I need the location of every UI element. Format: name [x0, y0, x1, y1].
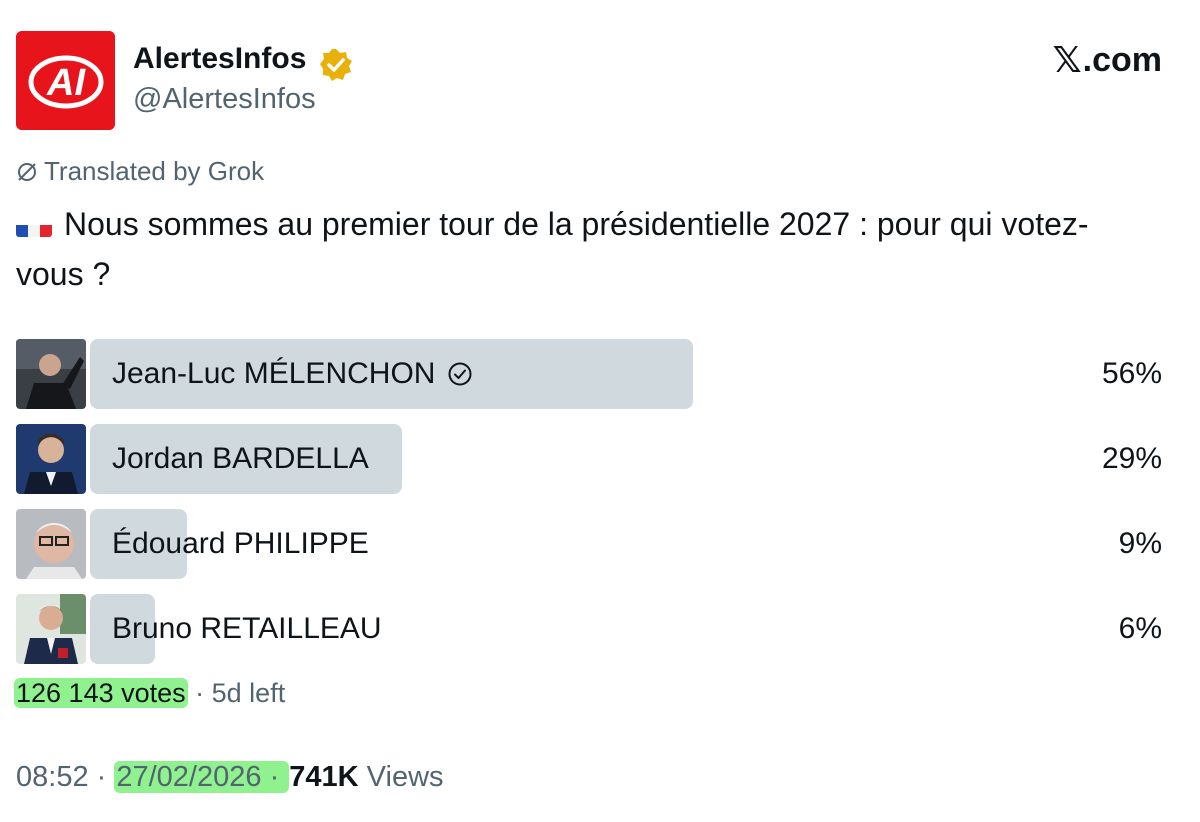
- candidate-photo: [16, 424, 86, 494]
- poll-meta: 126 143 votes · 5d left: [14, 678, 285, 709]
- poll-option-percent: 56%: [1101, 357, 1162, 390]
- account-handle[interactable]: @AlertesInfos: [133, 83, 316, 116]
- poll-option[interactable]: Jordan BARDELLA 29%: [16, 424, 1162, 496]
- views-label: Views: [358, 761, 444, 793]
- poll-option[interactable]: Jean-Luc MÉLENCHON 56%: [16, 339, 1162, 411]
- check-circle-icon: [448, 362, 472, 386]
- tweet-text: Nous sommes au premier tour de la présid…: [16, 199, 1146, 299]
- poll-option[interactable]: Édouard PHILIPPE 9%: [16, 509, 1162, 581]
- views-count[interactable]: 741K: [289, 761, 358, 793]
- poll-option-label: Jordan BARDELLA: [112, 442, 369, 475]
- tweet-timestamp: 08:52 · 27/02/2026 · 741K Views: [16, 761, 444, 794]
- tweet-body: Nous sommes au premier tour de la présid…: [16, 206, 1089, 292]
- display-name[interactable]: AlertesInfos: [133, 42, 306, 76]
- translation-label: Translated by Grok: [44, 156, 265, 186]
- brand-watermark: 𝕏 .com: [1053, 40, 1162, 81]
- candidate-photo: [16, 594, 86, 664]
- candidate-photo: [16, 339, 86, 409]
- vote-count: 126 143 votes: [14, 678, 188, 708]
- meta-separator: ·: [261, 761, 288, 793]
- poll-option-percent: 9%: [1118, 527, 1162, 560]
- poll-option-percent: 29%: [1101, 442, 1162, 475]
- x-logo-icon: 𝕏: [1052, 40, 1082, 81]
- meta-separator: ·: [187, 678, 212, 708]
- grok-icon: [18, 162, 36, 181]
- poll-option-percent: 6%: [1118, 612, 1162, 645]
- poll-option-label: Bruno RETAILLEAU: [112, 612, 382, 645]
- france-flag-icon: [16, 213, 52, 237]
- brand-domain: .com: [1082, 41, 1162, 79]
- alertesinfos-logo-icon: AI: [16, 31, 115, 130]
- poll-option-label: Édouard PHILIPPE: [112, 527, 369, 560]
- account-avatar[interactable]: AI: [16, 31, 115, 130]
- poll-option-label: Jean-Luc MÉLENCHON: [112, 357, 436, 390]
- tweet-time[interactable]: 08:52: [16, 761, 89, 793]
- candidate-photo: [16, 509, 86, 579]
- verified-badge-icon[interactable]: [318, 47, 354, 83]
- time-left: 5d left: [211, 678, 286, 708]
- translation-note[interactable]: Translated by Grok: [16, 156, 264, 187]
- tweet-date[interactable]: 27/02/2026: [116, 761, 261, 793]
- meta-separator: ·: [88, 761, 115, 793]
- poll-option[interactable]: Bruno RETAILLEAU 6%: [16, 594, 1162, 666]
- avatar-text: AI: [46, 62, 86, 104]
